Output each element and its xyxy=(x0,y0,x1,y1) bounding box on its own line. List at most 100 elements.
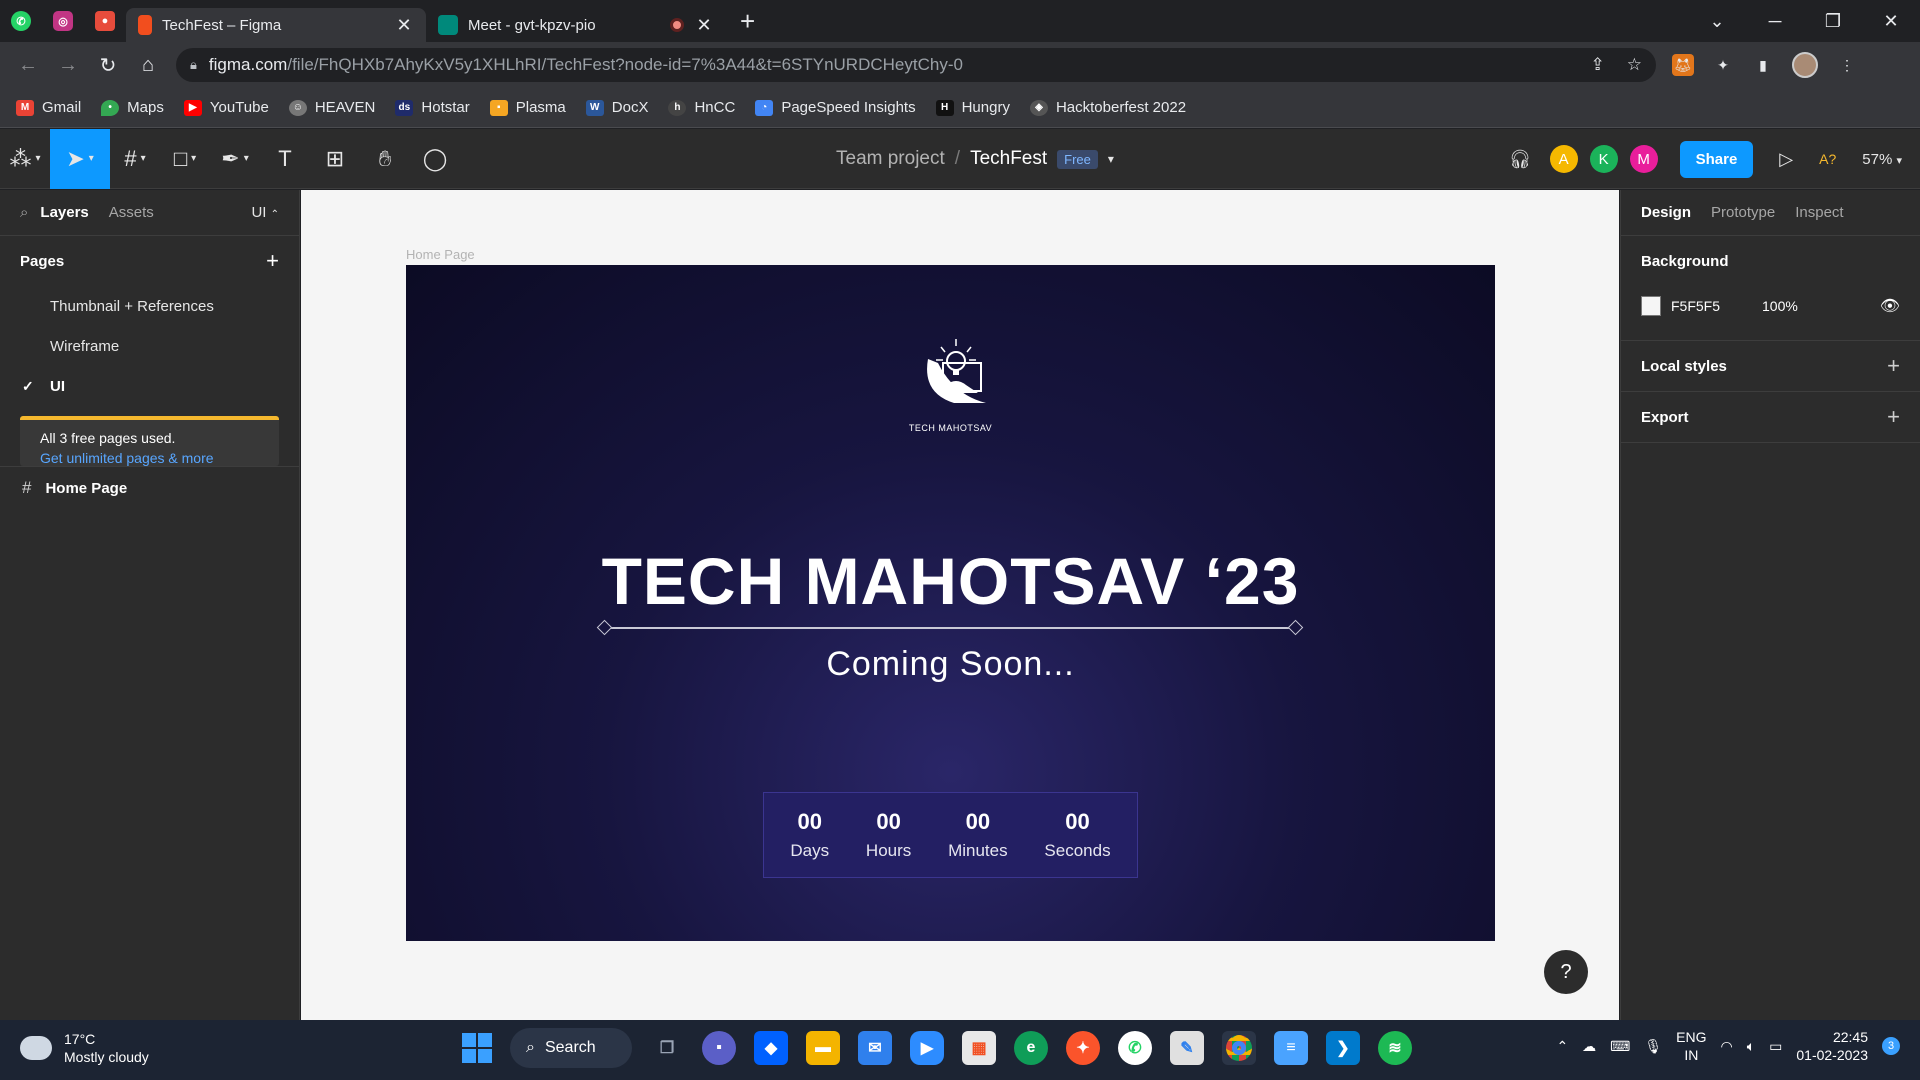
tab-assets[interactable]: Assets xyxy=(109,204,154,221)
bookmark-maps[interactable]: • Maps xyxy=(101,99,164,116)
tab-layers[interactable]: Layers xyxy=(40,204,88,221)
main-menu-button[interactable]: ⁂ ▾ xyxy=(0,129,50,189)
close-tab-icon[interactable]: ✕ xyxy=(694,15,714,36)
reload-button[interactable]: ↻ xyxy=(88,53,128,78)
text-tool-button[interactable]: T xyxy=(260,129,310,189)
page-item-ui[interactable]: ✓ UI xyxy=(0,366,299,406)
forward-button[interactable]: → xyxy=(48,54,88,77)
restore-button[interactable]: ❐ xyxy=(1804,11,1862,32)
project-name[interactable]: Team project xyxy=(836,148,945,170)
side-panel-icon[interactable]: ▮ xyxy=(1752,54,1774,76)
share-page-icon[interactable]: ⇪ xyxy=(1591,55,1605,75)
page-switcher[interactable]: UI ⌃ xyxy=(251,204,279,221)
metamask-icon[interactable]: 🦊︎ xyxy=(1672,54,1694,76)
bookmark-pagespeed[interactable]: ◔ PageSpeed Insights xyxy=(755,99,916,116)
lock-icon[interactable]: 🔒︎ xyxy=(190,57,197,73)
battery-icon[interactable]: ▭ xyxy=(1769,1038,1782,1055)
pdf-editor-icon[interactable]: ✎ xyxy=(1170,1031,1204,1065)
task-view-icon[interactable]: ❐ xyxy=(650,1031,684,1065)
tab-figma[interactable]: TechFest – Figma ✕ xyxy=(126,8,426,42)
tab-design[interactable]: Design xyxy=(1641,204,1691,221)
minimize-button[interactable]: ─ xyxy=(1746,11,1804,32)
background-hex[interactable]: F5F5F5 xyxy=(1671,298,1720,314)
wifi-icon[interactable]: ◠ xyxy=(1721,1038,1733,1055)
dropbox-icon[interactable]: ◆ xyxy=(754,1031,788,1065)
zoom-icon[interactable]: ▶ xyxy=(910,1031,944,1065)
bookmark-youtube[interactable]: ▶ YouTube xyxy=(183,99,269,116)
edge-icon[interactable]: e xyxy=(1014,1031,1048,1065)
missing-fonts-indicator[interactable]: A? xyxy=(1819,151,1836,167)
mail-icon[interactable]: ✉ xyxy=(858,1031,892,1065)
page-item-thumbnail[interactable]: Thumbnail + References xyxy=(0,286,299,326)
eye-icon[interactable]: 👁︎ xyxy=(1880,296,1900,316)
home-page-frame[interactable]: TECH MAHOTSAV TECH MAHOTSAV ‘23 Coming S… xyxy=(406,265,1495,941)
add-page-button[interactable]: + xyxy=(266,248,279,274)
frame-label[interactable]: Home Page xyxy=(406,247,475,262)
onedrive-cloud-icon[interactable]: ☁ xyxy=(1582,1038,1596,1055)
resources-button[interactable]: ⊞ xyxy=(310,129,360,189)
volume-icon[interactable]: 🔈︎ xyxy=(1747,1038,1755,1055)
avatar[interactable]: M xyxy=(1629,145,1658,173)
whatsapp-desktop-icon[interactable]: ✆ xyxy=(1118,1031,1152,1065)
notification-badge[interactable]: 3 xyxy=(1882,1037,1900,1055)
color-swatch[interactable] xyxy=(1641,296,1661,316)
vscode-icon[interactable]: ❯ xyxy=(1326,1031,1360,1065)
microphone-icon[interactable]: 🎙︎ xyxy=(1644,1038,1662,1055)
zoom-menu[interactable]: 57% ▾ xyxy=(1862,151,1902,168)
chevron-down-icon[interactable]: ▾ xyxy=(1108,152,1114,166)
tab-meet[interactable]: Meet - gvt-kpzv-pio ✕ xyxy=(426,8,726,42)
frame-tool-button[interactable]: # ▾ xyxy=(110,129,160,189)
new-tab-button[interactable]: + xyxy=(740,6,755,37)
bookmark-star-icon[interactable]: ☆ xyxy=(1627,55,1642,75)
bookmark-hotstar[interactable]: ds Hotstar xyxy=(395,99,470,116)
back-button[interactable]: ← xyxy=(8,54,48,77)
audio-headphones-icon[interactable]: 🎧︎ xyxy=(1509,149,1532,170)
pinned-tab-extension[interactable]: ● xyxy=(84,0,126,42)
brave-icon[interactable]: ✦ xyxy=(1066,1031,1100,1065)
clock[interactable]: 22:45 01-02-2023 xyxy=(1796,1028,1868,1064)
weather-widget[interactable]: 17°C Mostly cloudy xyxy=(16,1028,149,1066)
language-indicator[interactable]: ENG IN xyxy=(1676,1028,1706,1064)
keyboard-icon[interactable]: ⌨ xyxy=(1610,1038,1630,1055)
share-button[interactable]: Share xyxy=(1679,140,1754,178)
pinned-tab-instagram[interactable]: ◎ xyxy=(42,0,84,42)
hand-tool-button[interactable]: ✋︎ xyxy=(360,129,410,189)
present-play-icon[interactable]: ▷ xyxy=(1779,149,1793,170)
tab-prototype[interactable]: Prototype xyxy=(1711,204,1775,221)
bookmark-plasma[interactable]: ▪ Plasma xyxy=(489,99,566,116)
bookmark-hncc[interactable]: h HnCC xyxy=(668,99,735,116)
spotify-icon[interactable]: ≋ xyxy=(1378,1031,1412,1065)
pen-tool-button[interactable]: ✒ ▾ xyxy=(210,129,260,189)
design-canvas[interactable]: Home Page TECH MAHOTSAV TECH MAHOTSAV ‘2… xyxy=(301,190,1619,1020)
file-explorer-icon[interactable]: ▬ xyxy=(806,1031,840,1065)
home-button[interactable]: ⌂ xyxy=(128,54,168,77)
profile-avatar[interactable] xyxy=(1792,52,1818,78)
file-name[interactable]: TechFest xyxy=(970,148,1047,170)
ms-store-icon[interactable]: ▦ xyxy=(962,1031,996,1065)
address-bar[interactable]: 🔒︎ figma.com /file/FhQHXb7AhyKxV5y1XHLhR… xyxy=(176,48,1656,82)
extensions-puzzle-icon[interactable]: ✦ xyxy=(1712,54,1734,76)
bookmark-hungry[interactable]: H Hungry xyxy=(935,99,1010,116)
upgrade-link[interactable]: Get unlimited pages & more xyxy=(40,450,259,466)
chrome-icon[interactable] xyxy=(1222,1031,1256,1065)
page-item-wireframe[interactable]: Wireframe xyxy=(0,326,299,366)
chrome-menu-icon[interactable]: ⋮ xyxy=(1836,54,1858,76)
windows-start-icon[interactable] xyxy=(462,1033,492,1063)
add-export-button[interactable]: + xyxy=(1887,404,1900,430)
tab-search-icon[interactable]: ⌄ xyxy=(1688,11,1746,32)
search-icon[interactable]: ⌕ xyxy=(20,204,28,221)
pinned-tab-whatsapp[interactable]: ✆ xyxy=(0,0,42,42)
teams-chat-icon[interactable]: ▪ xyxy=(702,1031,736,1065)
move-tool-button[interactable]: ➤ ▾ xyxy=(50,128,110,189)
layer-item-home-page[interactable]: # Home Page xyxy=(0,467,299,509)
add-style-button[interactable]: + xyxy=(1887,353,1900,379)
avatar[interactable]: K xyxy=(1589,145,1618,173)
bookmark-hacktoberfest[interactable]: ◈ Hacktoberfest 2022 xyxy=(1029,99,1186,116)
tab-inspect[interactable]: Inspect xyxy=(1795,204,1843,221)
background-opacity[interactable]: 100% xyxy=(1762,298,1798,314)
shape-tool-button[interactable]: □ ▾ xyxy=(160,129,210,189)
plan-badge[interactable]: Free xyxy=(1057,149,1098,169)
bookmark-heaven[interactable]: ☺ HEAVEN xyxy=(288,99,375,116)
avatar[interactable]: A xyxy=(1549,145,1578,173)
close-tab-icon[interactable]: ✕ xyxy=(394,15,414,36)
